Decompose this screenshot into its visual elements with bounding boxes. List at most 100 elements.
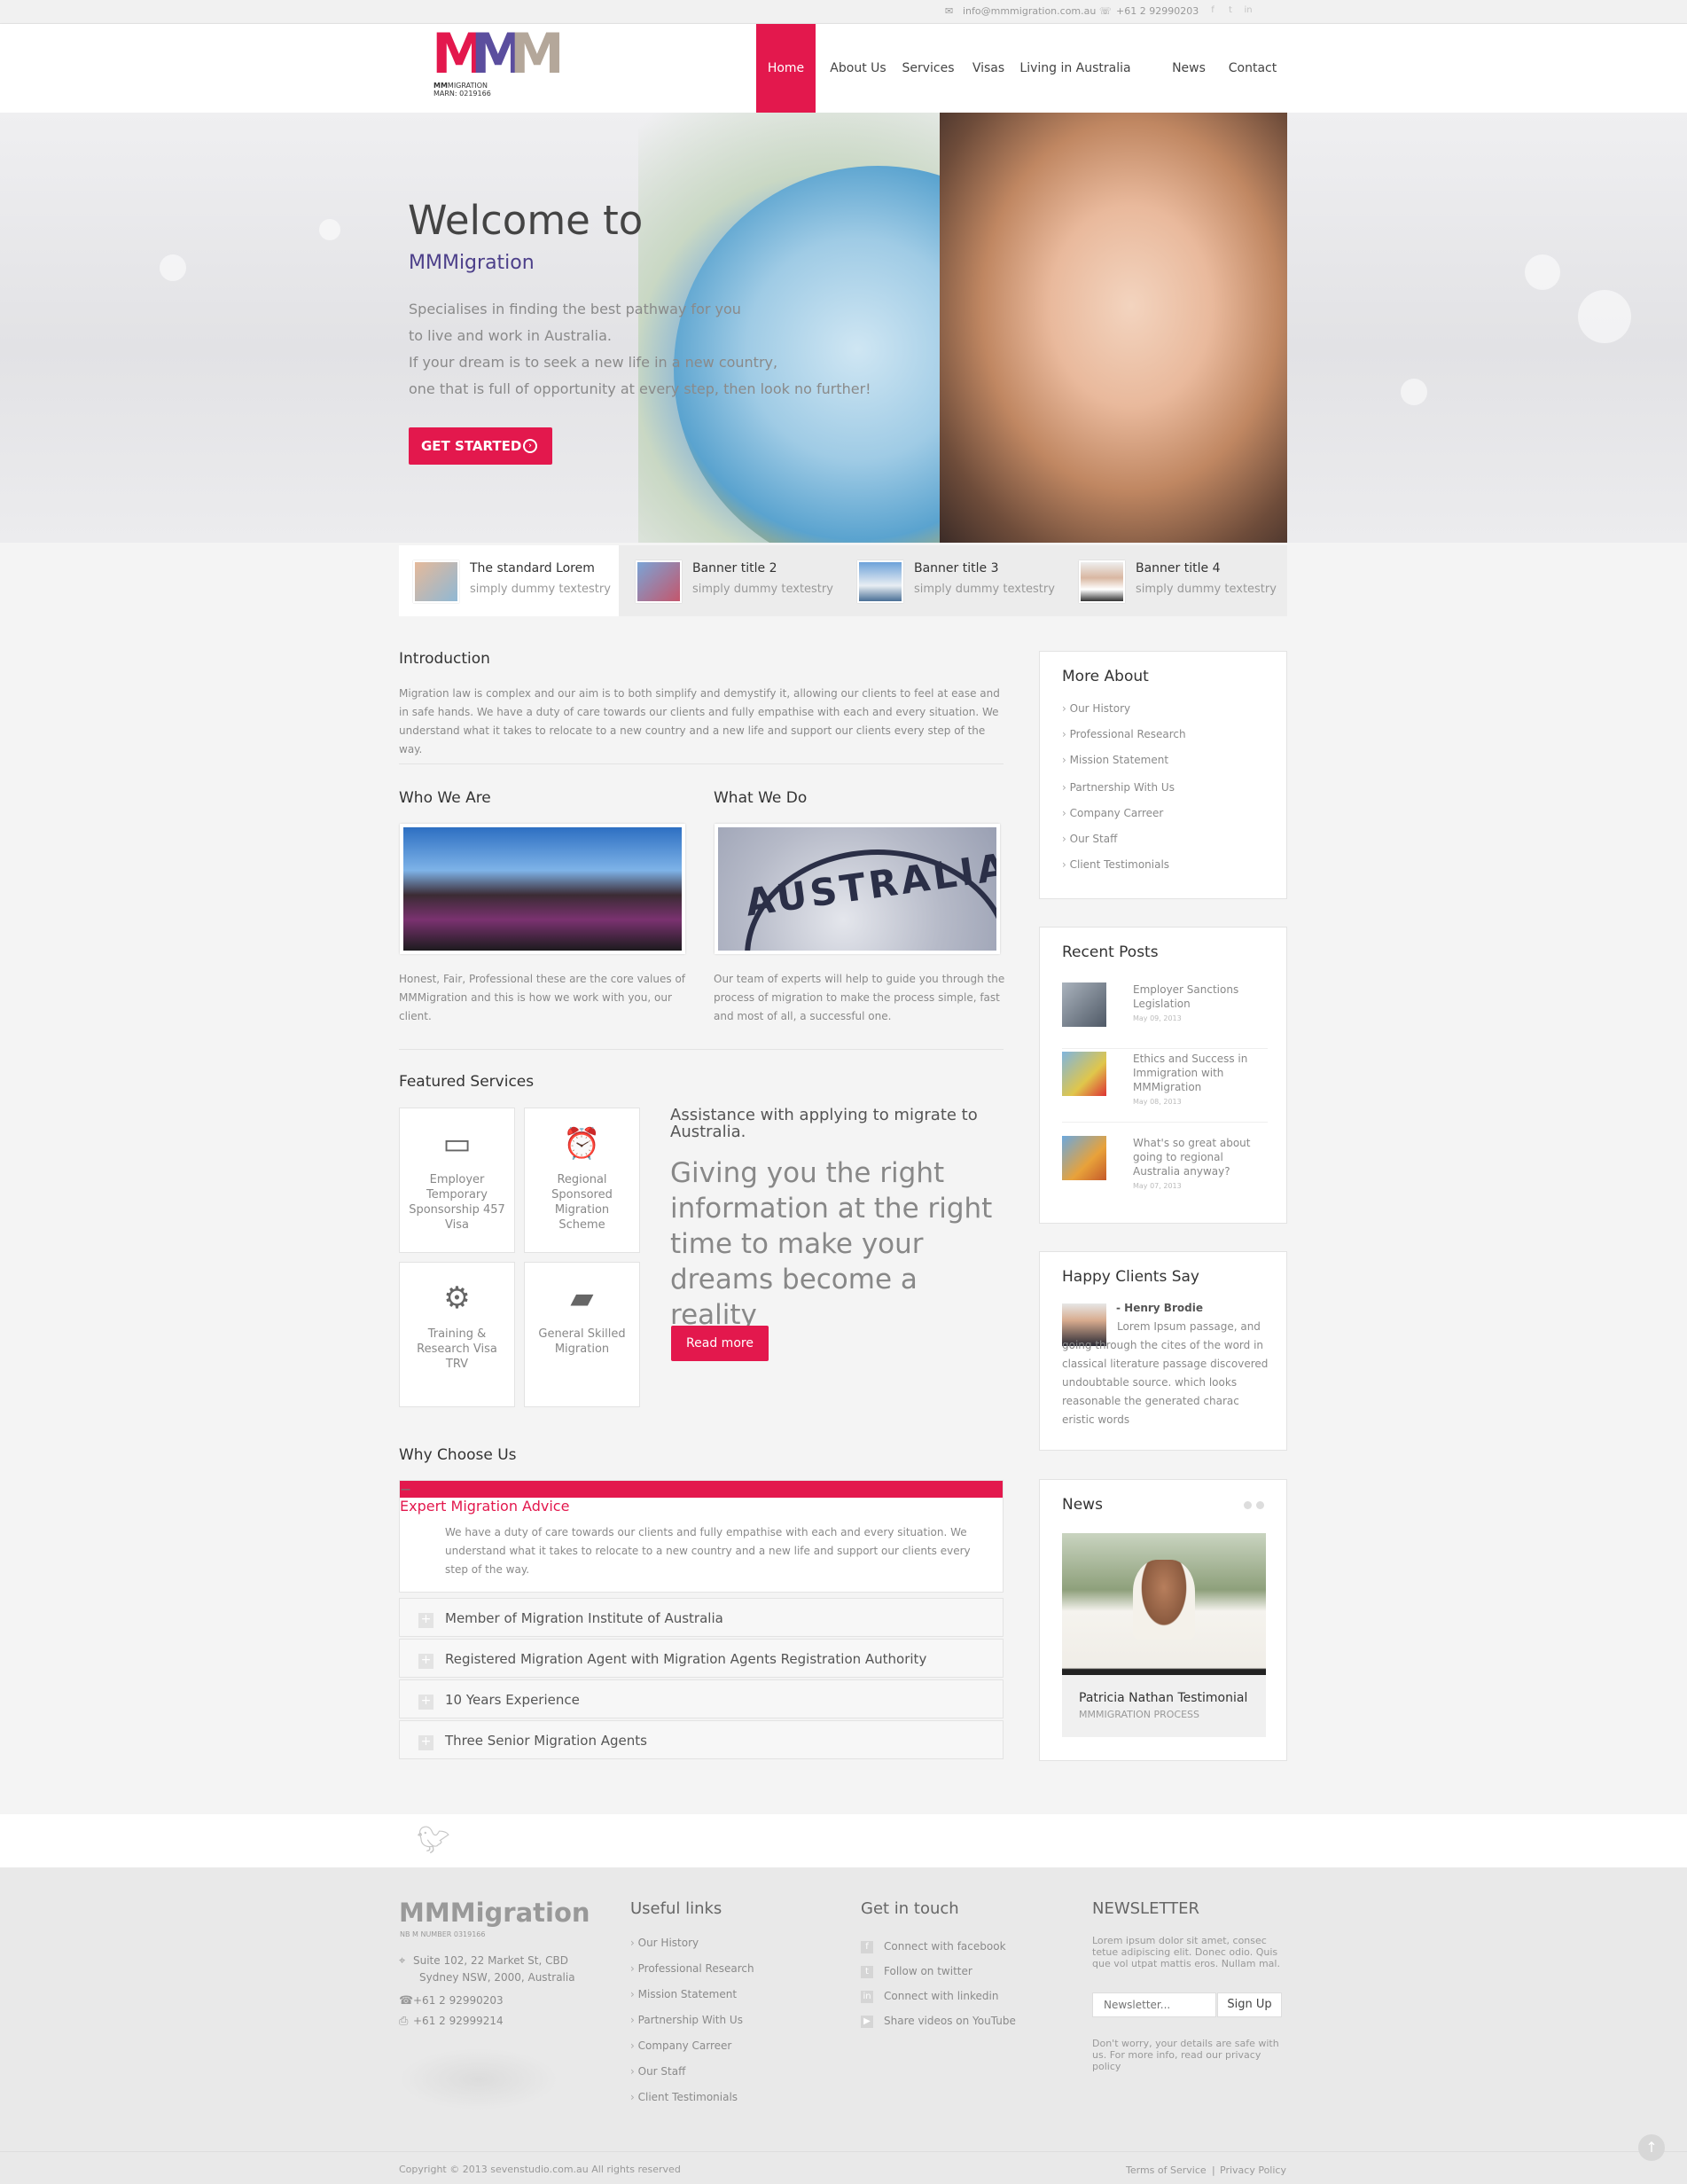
widget-title: Recent Posts (1062, 943, 1159, 961)
footer-link[interactable]: Our Staff (630, 2065, 686, 2078)
accordion-label: 10 Years Experience (445, 1692, 580, 1708)
phone-icon: ☎ (399, 1994, 414, 2008)
news-caption[interactable]: Patricia Nathan Testimonial (1079, 1691, 1247, 1705)
plus-icon: + (418, 1735, 433, 1750)
banner-tab[interactable]: The standard Lorem simply dummy textestr… (399, 545, 619, 616)
sidebar-link[interactable]: Client Testimonials (1062, 858, 1169, 871)
footer-link[interactable]: Professional Research (630, 1962, 754, 1975)
banner-tab[interactable]: Banner title 4 simply dummy textestry (1065, 545, 1285, 616)
newsletter-input[interactable] (1092, 1992, 1216, 2017)
post-date: May 08, 2013 (1133, 1098, 1182, 1106)
recent-post[interactable]: Ethics and Success in Immigration with M… (1062, 1052, 1268, 1123)
banner-title: Banner title 3 (914, 561, 999, 575)
banner-tab[interactable]: Banner title 3 simply dummy textestry (843, 545, 1063, 616)
logo[interactable]: M M M MMMIGRATION MARN: 0219166 (432, 21, 574, 99)
more-about-widget: More About Our History Professional Rese… (1039, 651, 1287, 899)
touch-facebook[interactable]: f Connect with facebook (861, 1940, 1006, 1953)
nav-services[interactable]: Services (900, 24, 957, 113)
read-more-button[interactable]: Read more (671, 1326, 769, 1361)
banner-thumb-image (857, 560, 903, 603)
get-started-button[interactable]: GET STARTED › (409, 427, 552, 465)
sparkle (1578, 290, 1631, 343)
sidebar-link[interactable]: Partnership With Us (1062, 781, 1175, 794)
widget-title: Happy Clients Say (1062, 1268, 1199, 1286)
why-title: Why Choose Us (399, 1446, 517, 1464)
accordion-open-item[interactable]: − Expert Migration Advice We have a duty… (399, 1480, 1004, 1593)
assist-title: Assistance with applying to migrate to A… (670, 1106, 978, 1141)
service-card[interactable]: ▰ General Skilled Migration (524, 1262, 640, 1407)
sparkle (1525, 254, 1560, 290)
team-photo (400, 824, 685, 954)
banner-tab[interactable]: Banner title 2 simply dummy textestry (621, 545, 841, 616)
touch-youtube[interactable]: ▶ Share videos on YouTube (861, 2015, 1016, 2028)
carousel-dot[interactable] (1256, 1501, 1264, 1509)
terms-link[interactable]: Terms of Service (1126, 2164, 1207, 2176)
touch-twitter[interactable]: t Follow on twitter (861, 1965, 972, 1978)
carousel-dot[interactable] (1244, 1501, 1252, 1509)
banner-sub: simply dummy textestry (1136, 583, 1277, 596)
accordion-item[interactable]: + Three Senior Migration Agents (399, 1720, 1004, 1759)
accordion-label: Member of Migration Institute of Austral… (445, 1610, 723, 1626)
service-card[interactable]: ▭ Employer Temporary Sponsorship 457 Vis… (399, 1108, 515, 1253)
touch-linkedin[interactable]: in Connect with linkedin (861, 1990, 998, 2003)
footer-link[interactable]: Partnership With Us (630, 2014, 743, 2026)
banner-title: Banner title 4 (1136, 561, 1221, 575)
footer-address-2: Sydney NSW, 2000, Australia (419, 1971, 575, 1984)
logo-letter: M (510, 21, 565, 86)
newsletter-text: Lorem ipsum dolor sit amet, consec tetue… (1092, 1935, 1280, 1969)
accordion-item[interactable]: + Registered Migration Agent with Migrat… (399, 1639, 1004, 1678)
nav-news[interactable]: News (1168, 24, 1209, 113)
back-to-top-icon[interactable]: ↑ (1638, 2134, 1665, 2161)
minus-icon: − (400, 1481, 1003, 1498)
footer-separator: | (1212, 2164, 1215, 2176)
get-in-touch-title: Get in touch (861, 1899, 959, 1918)
sidebar-link[interactable]: Our History (1062, 702, 1131, 715)
who-title: Who We Are (399, 789, 491, 807)
linkedin-icon: in (861, 1990, 873, 2003)
footer-link[interactable]: Our History (630, 1937, 699, 1949)
sidebar-link[interactable]: Our Staff (1062, 833, 1118, 845)
sidebar-link[interactable]: Mission Statement (1062, 754, 1168, 766)
nav-about-us[interactable]: About Us (827, 24, 889, 113)
logo-subtitle: MMMIGRATION MARN: 0219166 (433, 82, 491, 98)
news-video[interactable] (1062, 1533, 1266, 1675)
twitter-icon[interactable]: t (1225, 5, 1236, 16)
nav-home[interactable]: Home (756, 24, 816, 113)
twitter-bird-icon[interactable]: 🐦︎ (417, 1825, 450, 1856)
signup-button[interactable]: Sign Up (1217, 1992, 1282, 2017)
divider (399, 1049, 1004, 1050)
accordion-label: Registered Migration Agent with Migratio… (445, 1651, 927, 1667)
service-label: Employer Temporary Sponsorship 457 Visa (409, 1173, 505, 1232)
footer-link[interactable]: Company Carreer (630, 2039, 732, 2052)
world-map-graphic (399, 2048, 558, 2110)
banner-title: The standard Lorem (470, 561, 595, 575)
assist-tagline: Giving you the right information at the … (670, 1157, 993, 1331)
accordion-item[interactable]: + 10 Years Experience (399, 1679, 1004, 1718)
phone-icon: ☏ (1099, 5, 1112, 17)
fax-icon: ⎙ (399, 2015, 409, 2028)
nav-living-in-australia[interactable]: Living in Australia (1019, 24, 1131, 113)
service-card[interactable]: ⚙ Training & Research Visa TRV (399, 1262, 515, 1407)
post-title: Ethics and Success in Immigration with M… (1133, 1053, 1248, 1093)
recent-post[interactable]: What's so great about going to regional … (1062, 1136, 1268, 1207)
footer-phone: ☎+61 2 92990203 (399, 1994, 504, 2008)
top-email[interactable]: info@mmmigration.com.au (963, 5, 1096, 17)
accordion-item[interactable]: + Member of Migration Institute of Austr… (399, 1598, 1004, 1637)
sidebar-link[interactable]: Company Carreer (1062, 807, 1164, 819)
linkedin-icon[interactable]: in (1243, 5, 1254, 16)
service-card[interactable]: ⏰ Regional Sponsored Migration Scheme (524, 1108, 640, 1253)
hero-title: Welcome to (408, 197, 644, 244)
hero-text-line: to live and work in Australia. (409, 327, 612, 344)
banner-title: Banner title 2 (692, 561, 777, 575)
nav-contact[interactable]: Contact (1227, 24, 1278, 113)
privacy-link[interactable]: Privacy Policy (1220, 2164, 1286, 2176)
footer-link[interactable]: Mission Statement (630, 1988, 737, 2000)
plus-icon: + (418, 1654, 433, 1669)
sidebar-link[interactable]: Professional Research (1062, 728, 1186, 740)
nav-visas[interactable]: Visas (969, 24, 1008, 113)
recent-post[interactable]: Employer Sanctions Legislation May 09, 2… (1062, 982, 1268, 1049)
accordion-title: Expert Migration Advice (400, 1498, 570, 1515)
footer-link[interactable]: Client Testimonials (630, 2091, 738, 2103)
facebook-icon[interactable]: f (1207, 5, 1218, 16)
newsletter-note: Don't worry, your details are safe with … (1092, 2038, 1279, 2072)
